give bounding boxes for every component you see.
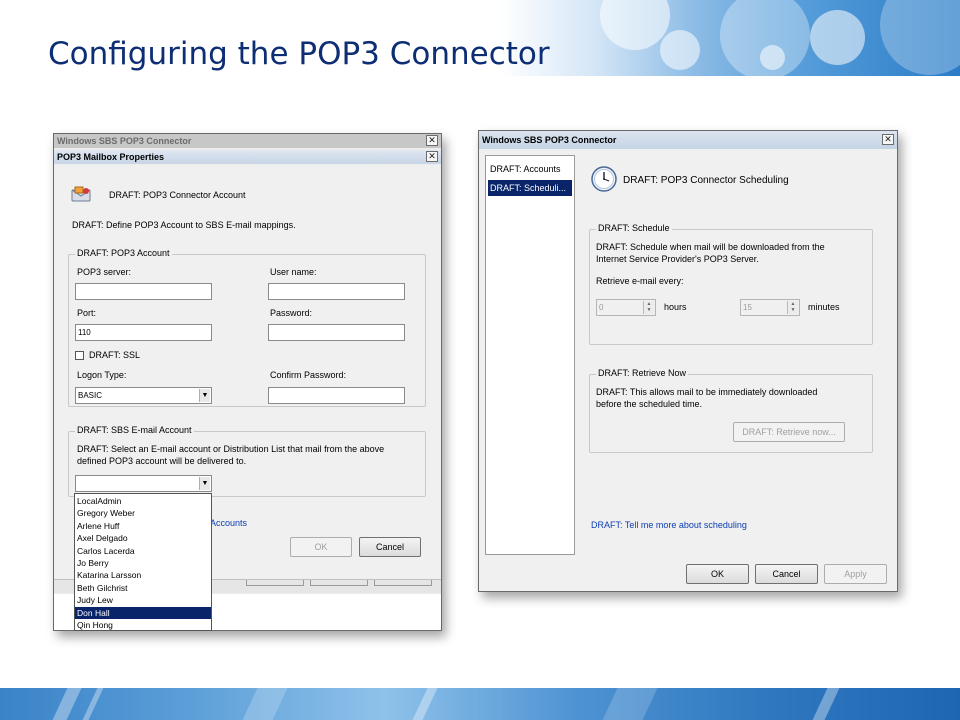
dropdown-option[interactable]: Carlos Lacerda — [75, 545, 211, 557]
pop3-server-input[interactable] — [75, 283, 212, 300]
retrieve-now-group: DRAFT: Retrieve Now DRAFT: This allows m… — [589, 368, 873, 453]
close-icon: ✕ — [884, 134, 892, 144]
connector-titlebar: Windows SBS POP3 Connector ✕ — [479, 131, 897, 149]
hours-stepper[interactable]: 0 ▲ ▼ — [596, 299, 656, 316]
connector-close-button[interactable]: ✕ — [882, 134, 894, 145]
pop3-account-group: DRAFT: POP3 Account POP3 server: User na… — [68, 248, 426, 407]
connector-ok-button[interactable]: OK — [686, 564, 749, 584]
dialog-titlebar: POP3 Mailbox Properties ✕ — [54, 150, 441, 164]
connector-cancel-button[interactable]: Cancel — [755, 564, 818, 584]
dropdown-option[interactable]: Qin Hong — [75, 619, 211, 631]
dropdown-option[interactable]: Arlene Huff — [75, 520, 211, 532]
slide-title: Configuring the POP3 Connector — [48, 36, 550, 72]
minutes-label: minutes — [808, 302, 840, 312]
dialog-title: POP3 Mailbox Properties — [57, 152, 165, 162]
dropdown-option[interactable]: Katarina Larsson — [75, 569, 211, 581]
parent-ok-button[interactable] — [246, 580, 304, 586]
outer-window-title: Windows SBS POP3 Connector — [57, 136, 192, 146]
outer-titlebar: Windows SBS POP3 Connector ✕ — [54, 134, 441, 148]
dropdown-option[interactable]: Judy Lew — [75, 594, 211, 606]
connector-window-title: Windows SBS POP3 Connector — [482, 135, 617, 145]
minutes-value: 15 — [743, 303, 752, 312]
confirm-password-input[interactable] — [268, 387, 405, 404]
chevron-down-icon[interactable]: ▼ — [199, 477, 210, 490]
dropdown-option[interactable]: Don Hall — [75, 606, 211, 619]
logon-type-value: BASIC — [78, 391, 103, 400]
cancel-button[interactable]: Cancel — [359, 537, 421, 557]
sbs-email-group: DRAFT: SBS E-mail Account DRAFT: Select … — [68, 425, 426, 497]
dropdown-option[interactable]: Axel Delgado — [75, 532, 211, 544]
sbs-description-line2: defined POP3 account will be delivered t… — [77, 456, 247, 466]
slide-footer-band — [0, 688, 960, 720]
parent-cancel-button[interactable] — [310, 580, 368, 586]
schedule-group-label: DRAFT: Schedule — [596, 223, 672, 233]
hours-value: 0 — [599, 303, 604, 312]
nav-item-scheduling[interactable]: DRAFT: Scheduli... — [488, 180, 572, 196]
password-input[interactable] — [268, 324, 405, 341]
sbs-account-select[interactable]: ▼ — [75, 475, 212, 492]
schedule-group: DRAFT: Schedule DRAFT: Schedule when mai… — [589, 223, 873, 345]
ok-button[interactable]: OK — [290, 537, 352, 557]
close-icon: ✕ — [428, 135, 436, 145]
dropdown-option[interactable]: Gregory Weber — [75, 507, 211, 519]
scheduling-heading: DRAFT: POP3 Connector Scheduling — [623, 175, 789, 186]
hours-spin-buttons[interactable]: ▲ ▼ — [643, 301, 654, 314]
close-icon: ✕ — [428, 151, 436, 161]
clock-icon — [591, 166, 617, 192]
dropdown-option[interactable]: Jo Berry — [75, 557, 211, 569]
ssl-checkbox[interactable] — [75, 351, 84, 360]
dialog-close-button[interactable]: ✕ — [426, 151, 438, 162]
pop3-group-label: DRAFT: POP3 Account — [75, 248, 172, 258]
logon-type-select[interactable]: BASIC ▼ — [75, 387, 212, 404]
pop3-connector-window: Windows SBS POP3 Connector ✕ DRAFT: Acco… — [478, 130, 898, 592]
hours-label: hours — [664, 302, 687, 312]
username-label: User name: — [270, 267, 317, 277]
parent-apply-button[interactable] — [374, 580, 432, 586]
nav-item-accounts[interactable]: DRAFT: Accounts — [489, 162, 571, 176]
logon-type-label: Logon Type: — [77, 370, 127, 380]
retrieve-description-line2: before the scheduled time. — [596, 399, 703, 409]
spin-down-icon[interactable]: ▼ — [788, 307, 798, 313]
sbs-description-line1: DRAFT: Select an E-mail account or Distr… — [77, 444, 385, 454]
password-label: Password: — [270, 308, 313, 318]
mailbox-icon — [70, 185, 92, 203]
port-label: Port: — [77, 308, 97, 318]
retrieve-now-button[interactable]: DRAFT: Retrieve now... — [733, 422, 845, 442]
accounts-link[interactable]: Accounts — [210, 518, 247, 528]
retrieve-group-label: DRAFT: Retrieve Now — [596, 368, 689, 378]
connector-apply-button[interactable]: Apply — [824, 564, 887, 584]
schedule-description-line1: DRAFT: Schedule when mail will be downlo… — [596, 242, 825, 252]
chevron-down-icon[interactable]: ▼ — [199, 389, 210, 402]
minutes-spin-buttons[interactable]: ▲ ▼ — [787, 301, 798, 314]
dialog-description: DRAFT: Define POP3 Account to SBS E-mail… — [72, 220, 296, 230]
pop3-server-label: POP3 server: — [77, 267, 132, 277]
retrieve-every-label: Retrieve e-mail every: — [596, 276, 684, 286]
account-dropdown-list[interactable]: LocalAdmin Gregory Weber Arlene Huff Axel D… — [74, 493, 212, 631]
username-input[interactable] — [268, 283, 405, 300]
pop3-mailbox-window: Windows SBS POP3 Connector ✕ POP3 Mailbo… — [53, 133, 442, 631]
ssl-label: DRAFT: SSL — [89, 350, 141, 360]
dropdown-option[interactable]: LocalAdmin — [75, 495, 211, 507]
minutes-stepper[interactable]: 15 ▲ ▼ — [740, 299, 800, 316]
spin-down-icon[interactable]: ▼ — [644, 307, 654, 313]
sbs-group-label: DRAFT: SBS E-mail Account — [75, 425, 194, 435]
outer-close-button[interactable]: ✕ — [426, 135, 438, 146]
port-input[interactable]: 110 — [75, 324, 212, 341]
retrieve-description-line1: DRAFT: This allows mail to be immediatel… — [596, 387, 818, 397]
schedule-description-line2: Internet Service Provider's POP3 Server. — [596, 254, 759, 264]
dialog-heading: DRAFT: POP3 Connector Account — [109, 190, 246, 200]
confirm-password-label: Confirm Password: — [270, 370, 347, 380]
nav-panel: DRAFT: Accounts DRAFT: Scheduli... — [485, 155, 575, 555]
scheduling-help-link[interactable]: DRAFT: Tell me more about scheduling — [591, 520, 747, 530]
dropdown-option[interactable]: Beth Gilchrist — [75, 582, 211, 594]
